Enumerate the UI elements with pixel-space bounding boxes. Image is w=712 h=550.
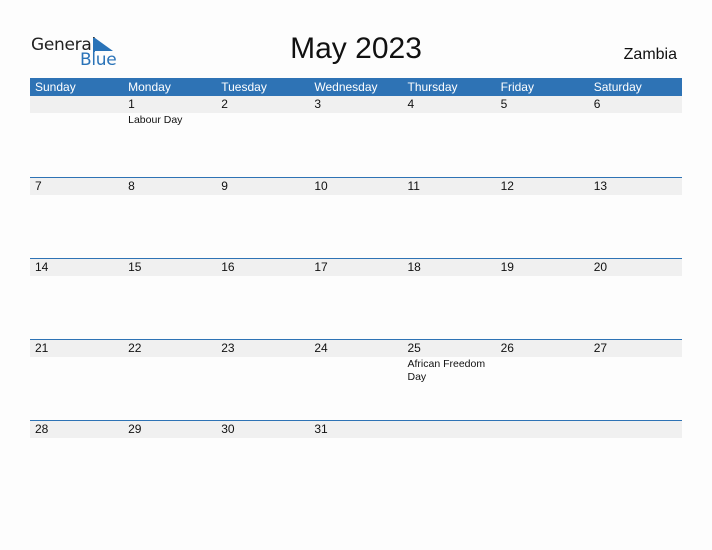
holiday-event (496, 113, 589, 127)
day-number (30, 96, 123, 113)
holiday-event: African Freedom Day (407, 358, 486, 383)
day-number: 29 (128, 422, 142, 436)
weekday-wednesday: Wednesday (314, 80, 378, 94)
weekday-tuesday: Tuesday (221, 80, 267, 94)
day-number: 20 (593, 260, 608, 274)
day-number: 9 (221, 179, 228, 193)
day-number: 24 (314, 341, 328, 355)
weekday-sunday: Sunday (35, 80, 76, 94)
day-number: 16 (221, 260, 235, 274)
day-number: 1 (128, 97, 135, 111)
day-number-row: 1 2 3 4 5 6 (30, 96, 682, 113)
holiday-event (123, 276, 216, 277)
holiday-event (403, 276, 496, 277)
day-number (496, 421, 589, 438)
holiday-event (216, 276, 309, 277)
day-number: 11 (407, 179, 420, 193)
day-number: 26 (500, 341, 514, 355)
day-number: 3 (314, 97, 322, 111)
weekday-monday: Monday (128, 80, 171, 94)
holiday-event (30, 113, 123, 127)
holiday-event (403, 113, 496, 127)
weekday-friday: Friday (500, 80, 534, 94)
day-number: 19 (500, 260, 514, 274)
day-number: 15 (128, 260, 142, 274)
event-row (30, 195, 682, 196)
day-number: 28 (35, 422, 49, 436)
holiday-event (30, 438, 123, 439)
holiday-event (309, 357, 402, 384)
day-number: 25 (407, 341, 421, 355)
holiday-event (496, 357, 589, 384)
weekday-header: Sunday Monday Tuesday Wednesday Thursday… (30, 78, 682, 96)
holiday-event (589, 357, 682, 384)
day-number: 2 (221, 97, 228, 111)
holiday-event (309, 438, 402, 439)
holiday-event (123, 438, 216, 439)
day-number: 6 (593, 97, 601, 111)
holiday-event (216, 113, 309, 127)
day-number: 8 (128, 179, 135, 193)
day-number: 14 (35, 260, 49, 274)
day-number: 21 (35, 341, 49, 355)
holiday-event (216, 438, 309, 439)
day-number: 13 (593, 179, 608, 193)
weekday-thursday: Thursday (407, 80, 458, 94)
holiday-event (496, 276, 589, 277)
day-number: 22 (128, 341, 142, 355)
holiday-event (589, 195, 682, 196)
holiday-event (496, 438, 589, 439)
day-number: 23 (221, 341, 235, 355)
day-number: 18 (407, 260, 421, 274)
week-row: 7 8 9 10 11 12 13 (30, 177, 682, 258)
day-number (403, 421, 496, 438)
day-number-row: 28 29 30 31 (30, 421, 682, 438)
day-number-row: 14 15 16 17 18 19 20 (30, 259, 682, 276)
holiday-event (30, 276, 123, 277)
holiday-event (309, 195, 402, 196)
day-number: 30 (221, 422, 235, 436)
holiday-event (589, 276, 682, 277)
event-row: African Freedom Day (30, 357, 682, 384)
day-number: 4 (407, 97, 415, 111)
holiday-event: Labour Day (128, 114, 183, 126)
holiday-event (496, 195, 589, 196)
event-row (30, 276, 682, 277)
holiday-event (216, 195, 309, 196)
holiday-event (309, 276, 402, 277)
holiday-event (216, 357, 309, 384)
weekday-saturday: Saturday (593, 80, 642, 94)
week-row: 28 29 30 31 (30, 420, 682, 501)
event-row (30, 438, 682, 439)
week-row: 14 15 16 17 18 19 20 (30, 258, 682, 339)
holiday-event (309, 113, 402, 127)
holiday-event (30, 357, 123, 384)
calendar-title: May 2023 (290, 32, 422, 65)
holiday-event (403, 438, 496, 439)
holiday-event (589, 438, 682, 439)
day-number: 17 (314, 260, 328, 274)
holiday-event (403, 195, 496, 196)
event-row: Labour Day (30, 113, 682, 127)
day-number (589, 421, 682, 438)
holiday-event (123, 195, 216, 196)
week-row: 1 2 3 4 5 6 Labour Day (30, 96, 682, 177)
day-number: 5 (500, 97, 508, 111)
holiday-event (30, 195, 123, 196)
day-number: 7 (35, 179, 42, 193)
holiday-event (589, 113, 682, 127)
day-number: 12 (500, 179, 514, 193)
calendar-grid: Sunday Monday Tuesday Wednesday Thursday… (30, 78, 682, 501)
day-number-row: 21 22 23 24 25 26 27 (30, 340, 682, 357)
day-number: 10 (314, 179, 328, 193)
day-number: 31 (314, 422, 328, 436)
country-label: Zambia (623, 46, 677, 63)
day-number-row: 7 8 9 10 11 12 13 (30, 178, 682, 195)
holiday-event (123, 357, 216, 384)
week-row: 21 22 23 24 25 26 27 African Freedom Day (30, 339, 682, 420)
day-number: 27 (593, 341, 608, 355)
